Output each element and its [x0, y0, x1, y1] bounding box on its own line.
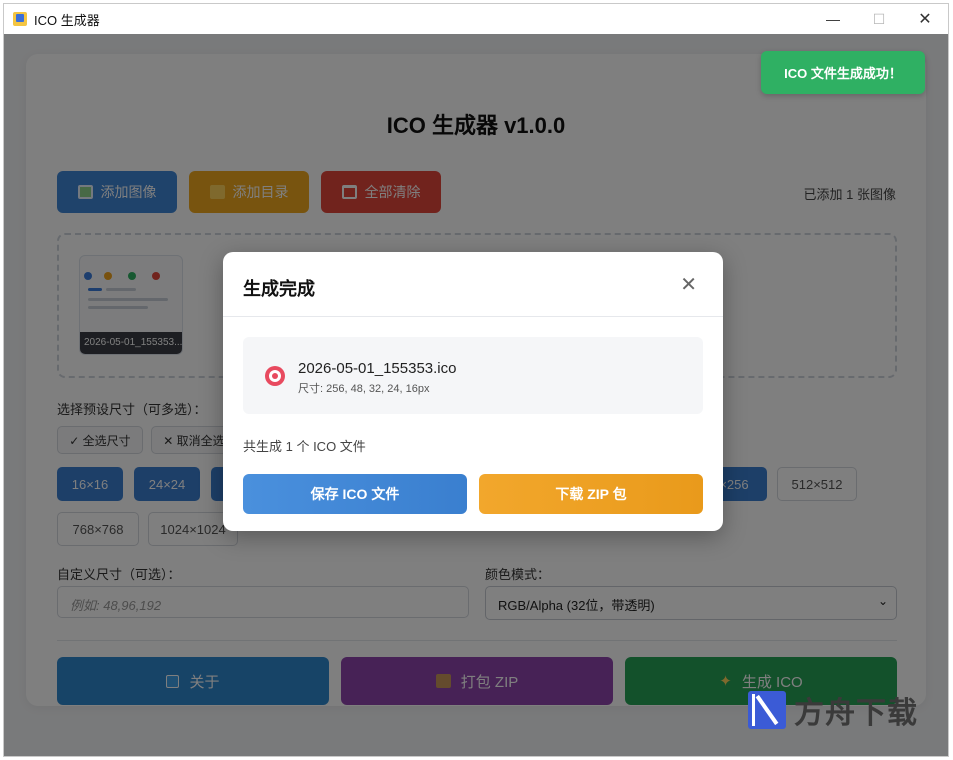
dialog-title: 生成完成 [243, 279, 315, 299]
generated-file-name: 2026-05-01_155353.ico [298, 360, 457, 377]
generated-total: 共生成 1 个 ICO 文件 [243, 439, 366, 454]
target-icon [265, 366, 285, 386]
close-button[interactable]: ✕ [902, 4, 948, 34]
watermark: 方舟下载 [748, 690, 918, 730]
download-zip-button[interactable]: 下载 ZIP 包 [479, 474, 703, 514]
watermark-logo-icon [748, 691, 786, 729]
maximize-button[interactable]: ☐ [856, 4, 902, 34]
generated-file-item: 2026-05-01_155353.ico 尺寸: 256, 48, 32, 2… [243, 337, 703, 414]
app-icon [12, 11, 28, 27]
window-title: ICO 生成器 [34, 12, 100, 28]
dialog-divider [223, 316, 723, 317]
result-dialog: 生成完成 ✕ 2026-05-01_155353.ico 尺寸: 256, 48… [223, 252, 723, 531]
dialog-close-icon[interactable]: ✕ [680, 272, 697, 297]
minimize-button[interactable]: — [810, 4, 856, 34]
watermark-text: 方舟下载 [794, 697, 918, 730]
generated-file-sizes: 尺寸: 256, 48, 32, 24, 16px [298, 383, 430, 395]
success-toast: ICO 文件生成成功！ [761, 51, 925, 94]
save-ico-button[interactable]: 保存 ICO 文件 [243, 474, 467, 514]
title-bar: ICO 生成器 — ☐ ✕ [4, 4, 948, 34]
